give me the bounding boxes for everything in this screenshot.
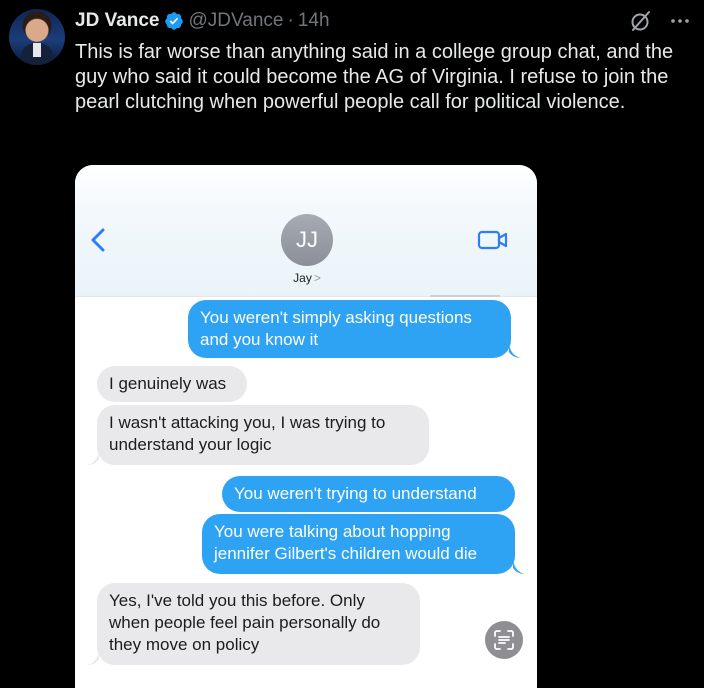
author-handle[interactable]: @JDVance <box>189 10 284 32</box>
author-avatar[interactable] <box>9 9 65 65</box>
contact-name-row[interactable]: Jay > <box>279 271 335 285</box>
verified-badge-icon[interactable] <box>164 11 184 31</box>
video-camera-icon[interactable] <box>477 229 509 251</box>
more-options-icon[interactable] <box>666 7 694 35</box>
chevron-left-icon[interactable] <box>89 227 109 253</box>
clipped-bubble-edge <box>430 295 500 297</box>
bubble-tail <box>87 651 99 665</box>
message-received: I wasn't attacking you, I was trying to … <box>97 405 429 465</box>
tweet-media-image[interactable]: JJ Jay > You weren't simply asking questi… <box>75 165 537 688</box>
bubble-tail <box>509 344 521 358</box>
chevron-right-icon: > <box>313 271 321 285</box>
message-received: I genuinely was <box>97 366 247 402</box>
contact-name: Jay <box>293 271 312 285</box>
message-sent: You weren't simply asking questions and … <box>188 300 511 358</box>
avatar-shirt <box>33 43 41 57</box>
tweet-timestamp[interactable]: 14h <box>298 10 330 32</box>
tweet-header: JD Vance @JDVance · 14h <box>75 8 330 34</box>
message-sent: You weren't trying to understand <box>222 476 515 512</box>
imessage-header: JJ Jay > <box>75 165 537 297</box>
bubble-tail <box>513 560 525 574</box>
tweet-text: This is far worse than anything said in … <box>75 41 674 113</box>
author-name[interactable]: JD Vance <box>75 10 160 32</box>
message-sent: You were talking about hopping jennifer … <box>202 514 515 574</box>
grok-icon[interactable] <box>627 7 655 35</box>
message-received: Yes, I've told you this before. Only whe… <box>97 583 420 665</box>
live-text-icon[interactable] <box>485 621 523 659</box>
bubble-tail <box>87 451 99 465</box>
contact-avatar[interactable]: JJ <box>281 214 333 266</box>
separator-dot: · <box>287 10 294 31</box>
